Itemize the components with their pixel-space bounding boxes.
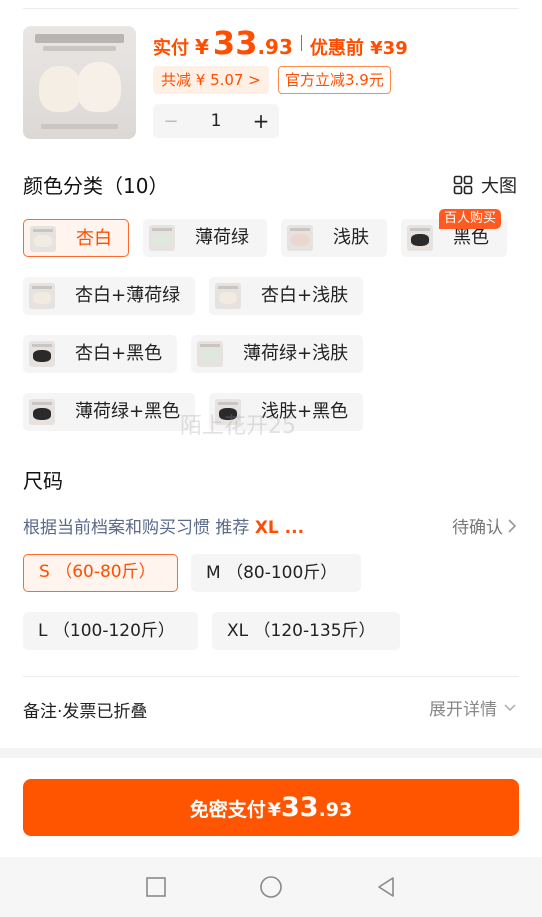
pay-price-decimal: .93 xyxy=(318,799,353,821)
option-thumbnail xyxy=(149,225,175,251)
pending-label: 待确认 xyxy=(452,518,503,538)
total-discount-tag[interactable]: 共减 ¥ 5.07 > xyxy=(153,66,269,94)
size-option-m[interactable]: M （80-100斤） xyxy=(191,554,361,592)
big-image-label: 大图 xyxy=(481,176,517,197)
option-label: 浅肤 xyxy=(333,227,369,248)
option-thumbnail xyxy=(215,283,241,309)
product-thumbnail[interactable] xyxy=(23,26,136,139)
pay-label: 免密支付 xyxy=(189,799,266,821)
option-thumbnail xyxy=(29,399,55,425)
top-divider xyxy=(23,8,519,9)
pay-price-integer: 33 xyxy=(281,792,319,823)
original-price: 优惠前 ¥39 xyxy=(309,38,408,59)
expand-label: 展开详情 xyxy=(429,700,497,720)
recommended-size: XL ... xyxy=(254,518,305,538)
option-label: 杏白+薄荷绿 xyxy=(75,285,181,306)
remark-label: 备注·发票已折叠 xyxy=(23,702,148,722)
option-label: 杏白+浅肤 xyxy=(261,285,349,306)
official-discount-tag: 官方立减3.9元 xyxy=(278,66,391,94)
option-thumbnail xyxy=(30,226,56,252)
color-option-mint[interactable]: 薄荷绿 xyxy=(143,219,267,257)
decrease-button[interactable]: − xyxy=(153,111,189,132)
option-thumbnail xyxy=(287,225,313,251)
pay-currency: ¥ xyxy=(267,799,281,821)
color-option-apricot-black[interactable]: 杏白+黑色 xyxy=(23,335,177,373)
option-label: 杏白 xyxy=(76,228,112,249)
big-image-button[interactable]: 大图 xyxy=(453,172,517,198)
pay-button[interactable]: 免密支付 ¥ 33 .93 xyxy=(23,779,519,836)
popular-badge: 百人购买 xyxy=(439,209,502,229)
watermark: 陌上花开25 xyxy=(180,414,296,439)
recent-apps-icon[interactable] xyxy=(144,875,168,899)
color-option-apricot[interactable]: 杏白 xyxy=(23,219,129,257)
option-label: 薄荷绿 xyxy=(195,227,249,248)
section-gap xyxy=(0,748,542,758)
option-thumbnail xyxy=(29,283,55,309)
option-label: 杏白+黑色 xyxy=(75,343,163,364)
color-option-mint-nude[interactable]: 薄荷绿+浅肤 xyxy=(191,335,363,373)
price-integer: 33 xyxy=(212,24,258,62)
section-divider xyxy=(23,676,519,677)
option-label: 薄荷绿+黑色 xyxy=(75,401,181,422)
option-thumbnail xyxy=(407,225,433,251)
size-section-title: 尺码 xyxy=(23,469,63,493)
paid-label: 实付 xyxy=(153,38,189,59)
grid-icon xyxy=(453,175,473,195)
size-option-l[interactable]: L （100-120斤） xyxy=(23,612,198,650)
currency-symbol: ¥ xyxy=(195,35,209,59)
price-decimal: .93 xyxy=(257,35,293,59)
color-section-title: 颜色分类（10） xyxy=(23,174,169,198)
price-separator xyxy=(300,35,302,51)
color-option-nude[interactable]: 浅肤 xyxy=(281,219,387,257)
option-thumbnail xyxy=(29,341,55,367)
option-label: 薄荷绿+浅肤 xyxy=(243,343,349,364)
quantity-value[interactable]: 1 xyxy=(189,111,243,131)
option-thumbnail xyxy=(197,341,223,367)
back-icon[interactable] xyxy=(374,875,398,899)
system-nav-bar xyxy=(0,857,542,917)
price-row: 实付 ¥ 33 .93 优惠前 ¥39 xyxy=(153,24,408,62)
recommend-text: 根据当前档案和购买习惯 推荐 xyxy=(23,518,255,538)
color-option-mint-black[interactable]: 薄荷绿+黑色 xyxy=(23,393,195,431)
size-option-s[interactable]: S （60-80斤） xyxy=(23,554,178,592)
chevron-right-icon xyxy=(508,518,517,533)
home-icon[interactable] xyxy=(259,875,283,899)
color-option-apricot-nude[interactable]: 杏白+浅肤 xyxy=(209,277,363,315)
size-option-xl[interactable]: XL （120-135斤） xyxy=(212,612,400,650)
pending-confirm-link[interactable]: 待确认 xyxy=(452,513,517,538)
increase-button[interactable]: + xyxy=(243,109,279,133)
expand-details-button[interactable]: 展开详情 xyxy=(429,695,517,720)
size-recommendation[interactable]: 根据当前档案和购买习惯 推荐 XL ... xyxy=(23,513,304,538)
color-option-apricot-mint[interactable]: 杏白+薄荷绿 xyxy=(23,277,195,315)
quantity-stepper: − 1 + xyxy=(153,104,279,138)
chevron-down-icon xyxy=(504,703,516,711)
